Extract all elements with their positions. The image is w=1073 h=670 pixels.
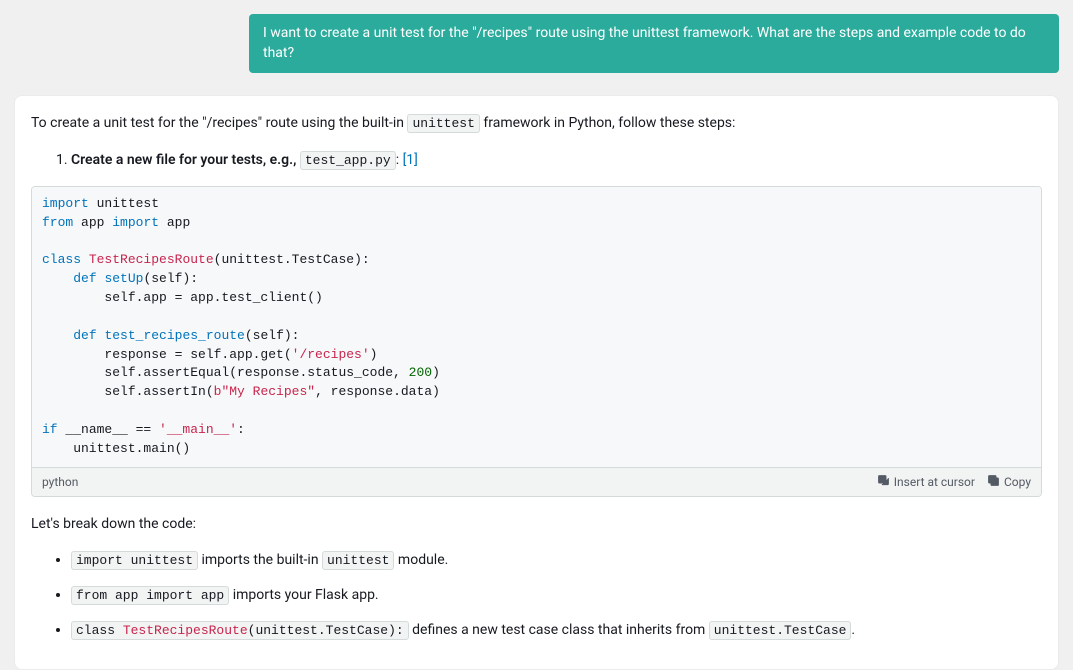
str-recipes: '/recipes' [292, 347, 370, 362]
code-actions: Insert at cursor Copy [877, 474, 1031, 490]
code-text: response = self.app.get( [42, 347, 292, 362]
b3-class: TestRecipesRoute [123, 623, 248, 638]
kw-import2: import [112, 215, 159, 230]
inline-code-unittest: unittest [407, 114, 479, 133]
code-sp [81, 252, 89, 267]
code-text: ) [432, 365, 440, 380]
code-text: : [237, 422, 245, 437]
response-intro: To create a unit test for the "/recipes"… [31, 112, 1042, 135]
b3-code: class TestRecipesRoute(unittest.TestCase… [71, 621, 409, 640]
breakdown-item-2: from app import app imports your Flask a… [71, 584, 1042, 607]
intro-text-after: framework in Python, follow these steps: [480, 115, 736, 131]
breakdown-intro: Let's break down the code: [31, 513, 1042, 535]
step1-filename-code: test_app.py [300, 151, 396, 170]
b3-prefix: class [76, 623, 123, 638]
str-main: '__main__' [159, 422, 237, 437]
insert-at-cursor-button[interactable]: Insert at cursor [877, 474, 975, 490]
code-text: app [73, 215, 112, 230]
breakdown-item-3: class TestRecipesRoute(unittest.TestCase… [71, 619, 1042, 642]
code-text: (self): [143, 271, 198, 286]
kw-def2: def [73, 328, 96, 343]
breakdown-list: import unittest imports the built-in uni… [31, 549, 1042, 641]
b2-text: imports your Flask app. [229, 587, 378, 603]
b2-code: from app import app [71, 586, 229, 605]
code-text: self.assertIn( [42, 384, 214, 399]
copy-icon [987, 474, 1000, 490]
assistant-response-card: To create a unit test for the "/recipes"… [14, 95, 1059, 670]
code-text: __name__ == [58, 422, 159, 437]
b3-text-after: . [851, 622, 855, 638]
copy-label: Copy [1004, 475, 1031, 489]
insert-icon [877, 474, 890, 490]
kw-def: def [73, 271, 96, 286]
code-lang-label: python [42, 475, 78, 489]
code-indent [42, 271, 73, 286]
b3-inline: unittest.TestCase [709, 621, 852, 640]
fn-test: test_recipes_route [104, 328, 244, 343]
code-text: self.assertEqual(response.status_code, [42, 365, 409, 380]
code-text: (unittest.TestCase): [214, 252, 370, 267]
b1-code: import unittest [71, 551, 198, 570]
steps-list: Create a new file for your tests, e.g., … [31, 149, 1042, 172]
copy-button[interactable]: Copy [987, 474, 1031, 490]
code-block: import unittest from app import app clas… [32, 187, 1041, 467]
b1-inline: unittest [322, 551, 394, 570]
num-200: 200 [409, 365, 432, 380]
class-name: TestRecipesRoute [89, 252, 214, 267]
code-text: (self): [245, 328, 300, 343]
kw-import: import [42, 196, 89, 211]
insert-label: Insert at cursor [894, 475, 975, 489]
breakdown-item-1: import unittest imports the built-in uni… [71, 549, 1042, 572]
reference-link-1[interactable]: [1] [403, 152, 418, 168]
b1-text-after: module. [394, 552, 448, 568]
code-indent [42, 328, 73, 343]
kw-if: if [42, 422, 58, 437]
b3-suffix: (unittest.TestCase): [248, 623, 404, 638]
intro-text-before: To create a unit test for the "/recipes"… [31, 115, 407, 131]
code-text: ) [370, 347, 378, 362]
code-line: self.app = app.test_client() [42, 290, 323, 305]
b1-text-before: imports the built-in [198, 552, 322, 568]
kw-class: class [42, 252, 81, 267]
code-text: unittest [89, 196, 159, 211]
kw-from: from [42, 215, 73, 230]
code-footer: python Insert at cursor Copy [32, 467, 1041, 496]
code-text: , response.data) [315, 384, 440, 399]
user-message-row: I want to create a unit test for the "/r… [0, 0, 1073, 87]
fn-setup: setUp [104, 271, 143, 286]
step-1: Create a new file for your tests, e.g., … [71, 149, 1042, 172]
code-line: unittest.main() [42, 441, 190, 456]
chat-container: I want to create a unit test for the "/r… [0, 0, 1073, 670]
step1-colon: : [396, 152, 399, 168]
step1-bold: Create a new file for your tests, e.g., [71, 152, 296, 168]
user-message: I want to create a unit test for the "/r… [249, 14, 1059, 73]
code-block-wrapper: import unittest from app import app clas… [31, 186, 1042, 497]
str-myrecipes: b"My Recipes" [214, 384, 315, 399]
b3-text-before: defines a new test case class that inher… [409, 622, 709, 638]
code-text: app [159, 215, 190, 230]
